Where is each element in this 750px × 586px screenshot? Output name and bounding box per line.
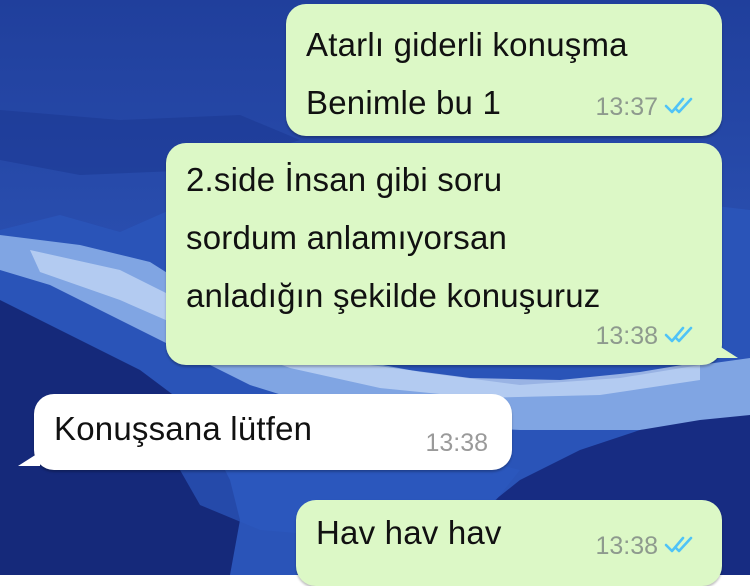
message-text: Hav hav hav — [316, 514, 502, 551]
bubble-tail — [716, 344, 738, 358]
message-timestamp: 13:38 — [425, 429, 488, 457]
double-check-read-icon — [664, 93, 698, 122]
message-text: 2.side İnsan gibi soru sordum anlamıyors… — [186, 161, 601, 314]
message-timestamp: 13:37 — [595, 93, 658, 121]
message-meta: 13:38 — [595, 532, 698, 561]
message-meta: 13:37 — [595, 93, 698, 122]
outgoing-message-bubble[interactable]: 2.side İnsan gibi soru sordum anlamıyors… — [166, 143, 722, 365]
incoming-message-bubble[interactable]: Konuşsana lütfen 13:38 — [34, 394, 512, 470]
outgoing-message-bubble[interactable]: Hav hav hav 13:38 — [296, 500, 722, 586]
double-check-read-icon — [664, 532, 698, 561]
bubble-tail — [18, 452, 40, 466]
message-text: Atarlı giderli konuşma Benimle bu 1 — [306, 26, 628, 121]
message-text: Konuşsana lütfen — [54, 410, 313, 447]
outgoing-message-bubble[interactable]: Atarlı giderli konuşma Benimle bu 1 13:3… — [286, 4, 722, 136]
message-meta: 13:38 — [595, 322, 698, 351]
double-check-read-icon — [664, 322, 698, 351]
message-timestamp: 13:38 — [595, 532, 658, 560]
message-timestamp: 13:38 — [595, 322, 658, 350]
message-meta: 13:38 — [425, 429, 488, 458]
